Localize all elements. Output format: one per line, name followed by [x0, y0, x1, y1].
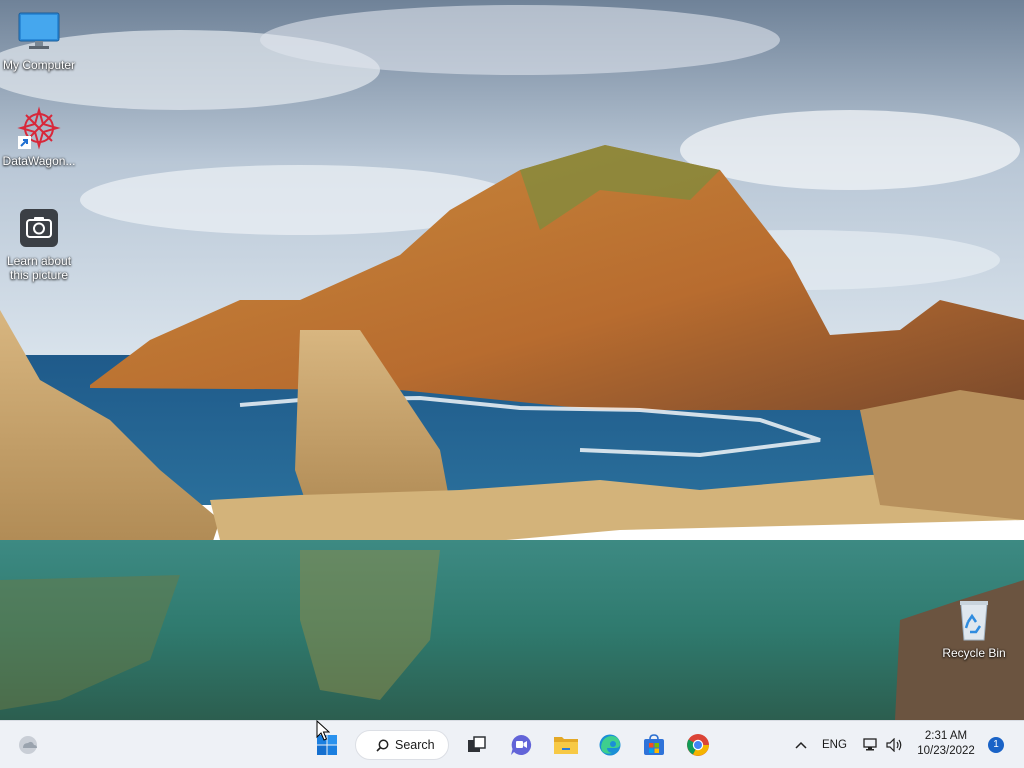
desktop-icon-datawagon[interactable]: DataWagon...: [1, 106, 77, 168]
network-icon[interactable]: [860, 729, 882, 761]
store-icon[interactable]: [638, 729, 670, 761]
camera-icon: [17, 206, 61, 250]
chrome-icon[interactable]: [682, 729, 714, 761]
mouse-pointer-icon: [316, 719, 331, 742]
desktop-icon-my-computer[interactable]: My Computer: [1, 10, 77, 72]
taskbar-clock[interactable]: 2:31 AM 10/23/2022: [914, 729, 978, 759]
taskbar-search-button[interactable]: Search: [355, 730, 449, 760]
edge-icon[interactable]: [594, 729, 626, 761]
weather-widget-icon[interactable]: [12, 729, 44, 761]
clock-time: 2:31 AM: [924, 730, 968, 742]
folder-icon[interactable]: [550, 729, 582, 761]
desktop-icon-label: My Computer: [2, 58, 76, 72]
desktop-icon-learn-about-picture[interactable]: Learn about this picture: [1, 206, 77, 282]
teams-chat-icon[interactable]: [505, 729, 537, 761]
recycle-bin-icon: [952, 598, 996, 642]
taskbar: Search ENG 2:31 AM 10/23/2022 1: [0, 720, 1024, 768]
task-view-icon[interactable]: [460, 729, 492, 761]
datawagon-logo-icon: [17, 106, 61, 150]
desktop-icon-label: Learn about this picture: [6, 254, 72, 282]
desktop-icon-label: DataWagon...: [2, 154, 76, 168]
search-icon: [376, 739, 389, 752]
volume-icon[interactable]: [884, 729, 906, 761]
desktop-icon-recycle-bin[interactable]: Recycle Bin: [936, 598, 1012, 660]
input-language-indicator[interactable]: ENG: [822, 739, 847, 751]
clock-date: 10/23/2022: [917, 745, 975, 757]
desktop-wallpaper: [0, 0, 1024, 720]
search-label: Search: [395, 738, 435, 752]
show-hidden-icons-chevron-up-icon[interactable]: [790, 729, 812, 761]
notification-badge[interactable]: 1: [988, 737, 1004, 753]
monitor-icon: [17, 10, 61, 54]
desktop-icon-label: Recycle Bin: [942, 646, 1006, 660]
